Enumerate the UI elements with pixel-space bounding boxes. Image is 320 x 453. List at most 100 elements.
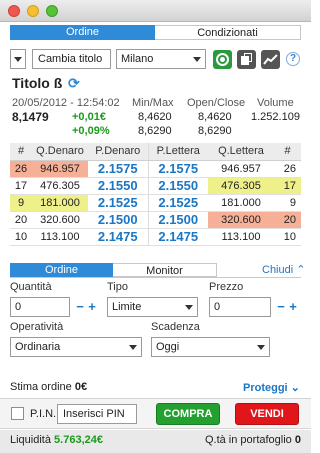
pin-checkbox[interactable] <box>11 407 24 420</box>
operativity-label: Operatività <box>10 321 64 333</box>
price-increment[interactable]: + <box>287 300 299 314</box>
chevron-up-icon: ⌃ <box>293 264 306 276</box>
zoom-window-button[interactable] <box>46 5 58 17</box>
table-row[interactable]: 20 320.600 2.1500 2.1500 320.600 20 <box>10 211 301 229</box>
bid-qty: 113.100 <box>32 228 88 246</box>
quantity-input[interactable]: 0 <box>10 297 70 317</box>
bid-price[interactable]: 2.1575 <box>88 160 149 178</box>
operativity-select[interactable]: Ordinaria <box>10 337 142 357</box>
protect-label: Proteggi <box>243 382 288 394</box>
ask-count: 9 <box>274 194 301 212</box>
col-header: # <box>274 143 301 161</box>
bid-price[interactable]: 2.1550 <box>88 177 149 195</box>
bid-qty: 946.957 <box>32 160 88 178</box>
window-titlebar <box>0 0 311 22</box>
last-price: 8,1479 <box>12 110 49 124</box>
bid-qty: 476.305 <box>32 177 88 195</box>
change-title-input[interactable]: Cambia titolo <box>32 49 111 69</box>
expiry-select[interactable]: Oggi <box>151 337 270 357</box>
top-tabs: Ordine Condizionati <box>10 25 301 40</box>
ask-price[interactable]: 2.1550 <box>148 177 208 195</box>
expiry-select-value: Oggi <box>156 341 180 353</box>
tab-monitor[interactable]: Monitor <box>113 263 217 277</box>
ask-price[interactable]: 2.1475 <box>148 228 208 246</box>
bid-price[interactable]: 2.1525 <box>88 194 149 212</box>
bid-price[interactable]: 2.1475 <box>88 228 149 246</box>
volume-value: 1.252.109 <box>251 111 300 123</box>
ask-count: 20 <box>274 211 301 229</box>
portfolio-qty-label: Q.tà in portafoglio <box>204 434 292 446</box>
chevron-down-icon <box>257 345 265 350</box>
pin-input[interactable]: Inserisci PIN <box>57 404 137 424</box>
liquidity-label: Liquidità <box>10 434 51 446</box>
type-label: Tipo <box>107 281 128 293</box>
portfolio-qty-value: 0 <box>294 434 301 446</box>
protect-link[interactable]: Proteggi ⌄ <box>243 381 300 394</box>
open-value: 8,4620 <box>198 111 232 123</box>
target-button[interactable] <box>213 50 232 69</box>
ask-price[interactable]: 2.1500 <box>148 211 208 229</box>
tab-order[interactable]: Ordine <box>10 263 113 277</box>
bid-price[interactable]: 2.1500 <box>88 211 149 229</box>
col-header: Q.Denaro <box>32 143 88 161</box>
col-header: P.Lettera <box>148 143 208 161</box>
table-row[interactable]: 26 946.957 2.1575 2.1575 946.957 26 <box>10 160 301 178</box>
table-row[interactable]: 10 113.100 2.1475 2.1475 113.100 10 <box>10 228 301 246</box>
refresh-icon[interactable]: ⟳ <box>68 75 80 92</box>
bid-count: 26 <box>10 160 32 178</box>
col-header: P.Denaro <box>88 143 149 161</box>
ask-price[interactable]: 2.1525 <box>148 194 208 212</box>
ask-qty: 946.957 <box>208 160 274 178</box>
type-select-value: Limite <box>112 301 142 313</box>
chevron-down-icon <box>129 345 137 350</box>
max-value: 8,6290 <box>138 125 172 137</box>
openclose-header: Open/Close <box>187 97 246 109</box>
ask-count: 26 <box>274 160 301 178</box>
quote-datetime: 20/05/2012 - 12:54:02 <box>12 97 120 109</box>
ask-count: 10 <box>274 228 301 246</box>
close-window-button[interactable] <box>8 5 20 17</box>
table-row[interactable]: 9 181.000 2.1525 2.1525 181.000 9 <box>10 194 301 212</box>
copy-button[interactable] <box>237 50 256 69</box>
price-decrement[interactable]: − <box>275 300 287 314</box>
market-select-value: Milano <box>121 53 154 65</box>
quantity-label: Quantità <box>10 281 52 293</box>
bid-count: 20 <box>10 211 32 229</box>
chevron-down-icon <box>14 57 22 62</box>
help-icon[interactable]: ? <box>286 52 300 66</box>
ask-price[interactable]: 2.1575 <box>148 160 208 178</box>
volume-header: Volume <box>257 97 294 109</box>
order-estimate: Stima ordine 0€ <box>10 381 87 393</box>
line-chart-icon <box>263 54 278 65</box>
bid-qty: 181.000 <box>32 194 88 212</box>
bid-count: 9 <box>10 194 32 212</box>
ask-qty: 181.000 <box>208 194 274 212</box>
buy-button[interactable]: COMPRA <box>156 403 220 425</box>
order-book-header: # Q.Denaro P.Denaro P.Lettera Q.Lettera … <box>10 143 301 161</box>
col-header: Q.Lettera <box>208 143 274 161</box>
sell-button[interactable]: VENDI <box>235 403 299 425</box>
ask-qty: 320.600 <box>208 211 274 229</box>
order-tabs: Ordine Monitor <box>10 263 217 277</box>
table-row[interactable]: 17 476.305 2.1550 2.1550 476.305 17 <box>10 177 301 195</box>
operativity-select-value: Ordinaria <box>15 341 61 353</box>
liquidity: Liquidità 5.763,24€ <box>10 434 103 446</box>
order-book-table: # Q.Denaro P.Denaro P.Lettera Q.Lettera … <box>10 143 301 246</box>
bid-count: 10 <box>10 228 32 246</box>
estimate-value: 0€ <box>74 381 88 393</box>
chevron-down-icon: ⌄ <box>287 382 300 394</box>
type-select[interactable]: Limite <box>107 297 198 317</box>
collapse-label: Chiudi <box>262 264 294 276</box>
expiry-label: Scadenza <box>151 321 200 333</box>
price-label: Prezzo <box>209 281 244 293</box>
chart-button[interactable] <box>261 50 280 69</box>
quantity-decrement[interactable]: − <box>74 300 86 314</box>
minimize-window-button[interactable] <box>27 5 39 17</box>
history-dropdown[interactable] <box>10 49 26 69</box>
price-input[interactable]: 0 <box>209 297 271 317</box>
market-select[interactable]: Milano <box>116 49 206 69</box>
tab-condizionati[interactable]: Condizionati <box>155 25 301 40</box>
collapse-link[interactable]: Chiudi ⌃ <box>262 263 305 276</box>
quantity-increment[interactable]: + <box>86 300 98 314</box>
tab-ordine[interactable]: Ordine <box>10 25 155 40</box>
